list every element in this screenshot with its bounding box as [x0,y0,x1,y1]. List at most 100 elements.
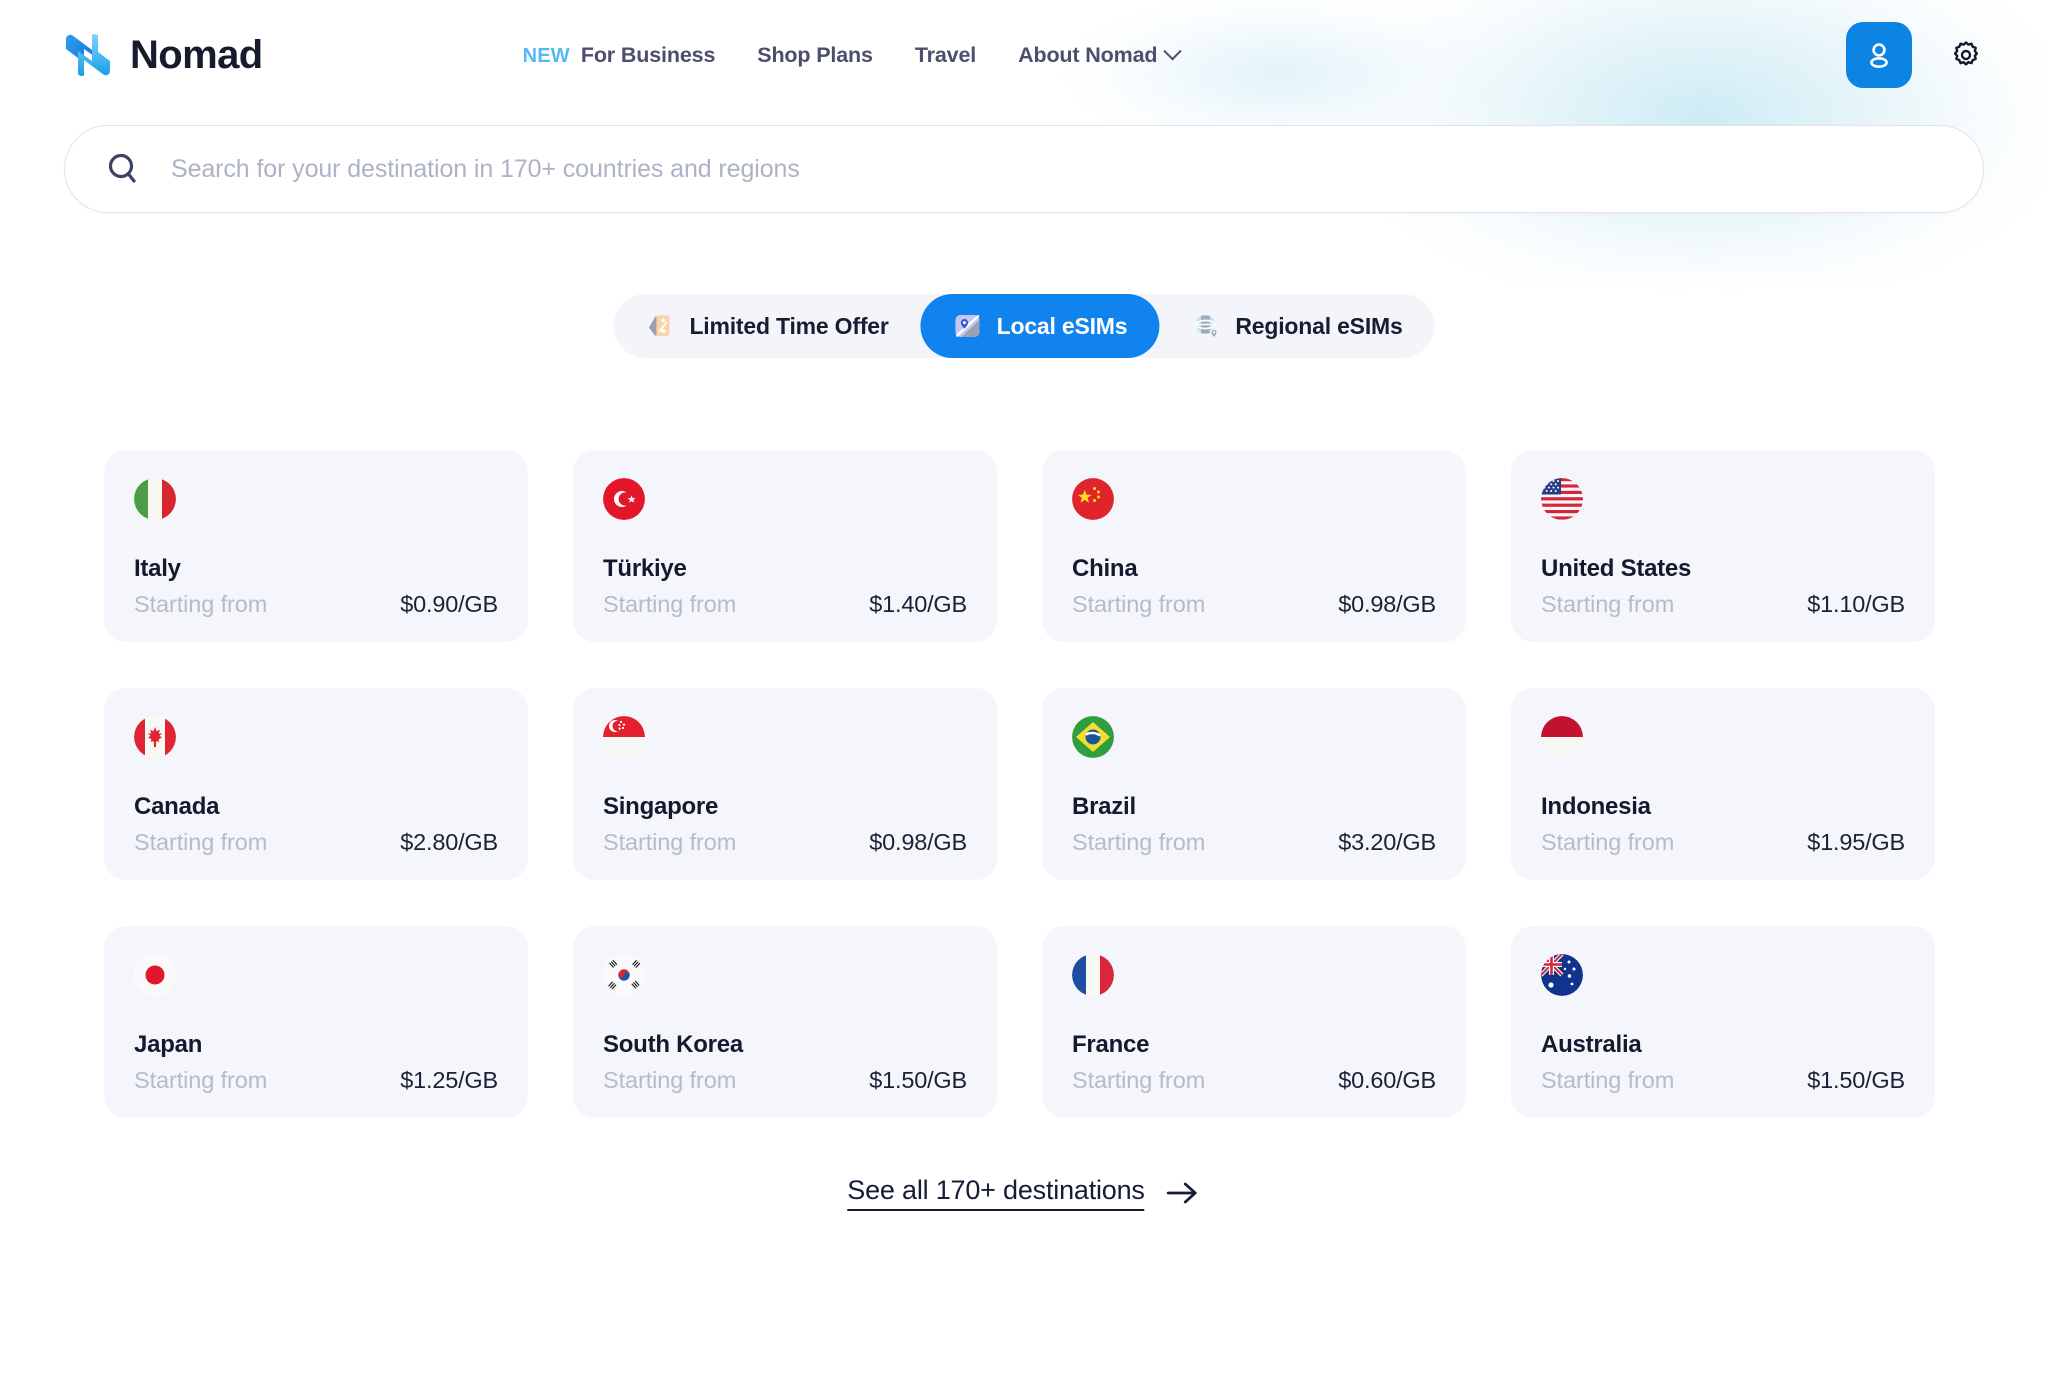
destination-card-body: United States Starting from $1.10/GB [1541,555,1905,618]
flag-brazil-icon [1072,716,1114,758]
destination-card-body: Japan Starting from $1.25/GB [134,1031,498,1094]
destination-price: $1.95/GB [1807,829,1905,855]
flag-turkiye-icon [603,478,645,520]
flag-singapore-icon [603,716,645,758]
settings-button[interactable] [1946,35,1986,75]
starting-from-label: Starting from [1541,591,1675,617]
header-actions [1846,22,1986,88]
nomad-logo-icon [66,34,110,76]
destination-price: $1.50/GB [1807,1067,1905,1093]
nav-item-label-for-business: For Business [580,42,716,67]
flag-australia-icon [1541,954,1583,996]
destination-country-name: Canada [134,793,220,820]
destination-price-row: Starting from $1.50/GB [1541,1067,1905,1094]
destination-price-row: Starting from $1.40/GB [603,591,967,618]
destination-country-name: France [1072,1031,1150,1058]
search-input[interactable]: Search for your destination in 170+ coun… [171,155,800,184]
destination-price: $3.20/GB [1338,829,1436,855]
map-pin-icon [955,315,980,337]
starting-from-label: Starting from [134,1067,268,1093]
destination-card-body: Italy Starting from $0.90/GB [134,555,498,618]
destination-price-row: Starting from $0.90/GB [134,591,498,618]
destination-card[interactable]: Türkiye Starting from $1.40/GB [573,450,997,642]
flag-japan-icon [134,954,176,996]
tab-local-esims[interactable]: Local eSIMs [920,294,1160,358]
destination-country-name: Italy [134,555,181,582]
gear-icon [1953,41,1979,66]
see-all-label: See all 170+ destinations [847,1175,1145,1211]
destination-price: $1.50/GB [869,1067,967,1093]
destination-country-name: Australia [1541,1031,1642,1058]
destination-grid: Italy Starting from $0.90/GB Türkiye Startin… [104,450,1944,1118]
starting-from-label: Starting from [134,591,268,617]
destination-country-name: Türkiye [603,555,687,582]
destination-price: $0.98/GB [1338,591,1436,617]
destination-price-row: Starting from $0.98/GB [603,829,967,856]
destination-card[interactable]: France Starting from $0.60/GB [1042,926,1466,1118]
destination-country-name: Singapore [603,793,719,820]
destination-country-name: United States [1541,555,1692,582]
destination-country-name: China [1072,555,1138,582]
tab-regional-esims[interactable]: Regional eSIMs [1159,294,1434,358]
destination-card-body: Türkiye Starting from $1.40/GB [603,555,967,618]
nav-item-about-nomad[interactable]: About Nomad [1018,41,1183,68]
starting-from-label: Starting from [134,829,268,855]
destination-card[interactable]: Italy Starting from $0.90/GB [104,450,528,642]
destination-price-row: Starting from $1.25/GB [134,1067,498,1094]
starting-from-label: Starting from [1072,1067,1206,1093]
destination-card[interactable]: Canada Starting from $2.80/GB [104,688,528,880]
nav-item-shop-plans[interactable]: Shop Plans [757,43,873,68]
destination-card-body: South Korea Starting from $1.50/GB [603,1031,967,1094]
page-root: Nomad NEW For Business Shop Plans Travel… [0,0,2048,1388]
destination-price: $0.60/GB [1338,1067,1436,1093]
tab-label-regional-esims: Regional eSIMs [1235,312,1403,339]
user-icon [1870,43,1888,68]
destination-price: $0.90/GB [400,591,498,617]
destination-card[interactable]: China Starting from $0.98/GB [1042,450,1466,642]
destination-card[interactable]: Japan Starting from $1.25/GB [104,926,528,1118]
destination-price: $1.40/GB [869,591,967,617]
destination-price-row: Starting from $0.98/GB [1072,591,1436,618]
destination-price-row: Starting from $1.95/GB [1541,829,1905,856]
destination-card-body: Brazil Starting from $3.20/GB [1072,793,1436,856]
destination-country-name: South Korea [603,1031,743,1058]
main-nav: NEW For Business Shop Plans Travel About… [523,41,1183,68]
brand-logo-link[interactable]: Nomad [62,29,263,81]
destination-card[interactable]: United States Starting from $1.10/GB [1511,450,1935,642]
destination-price-row: Starting from $1.10/GB [1541,591,1905,618]
destination-card[interactable]: Singapore Starting from $0.98/GB [573,688,997,880]
starting-from-label: Starting from [603,1067,737,1093]
destination-card[interactable]: Australia Starting from $1.50/GB [1511,926,1935,1118]
destination-card[interactable]: South Korea Starting from $1.50/GB [573,926,997,1118]
destination-price-row: Starting from $3.20/GB [1072,829,1436,856]
destination-country-name: Brazil [1072,793,1136,820]
destination-card-body: China Starting from $0.98/GB [1072,555,1436,618]
site-header: Nomad NEW For Business Shop Plans Travel… [0,0,2048,110]
destination-country-name: Indonesia [1541,793,1651,820]
starting-from-label: Starting from [1072,829,1206,855]
destination-card[interactable]: Indonesia Starting from $1.95/GB [1511,688,1935,880]
starting-from-label: Starting from [603,591,737,617]
nav-item-label-about-nomad: About Nomad [1018,42,1158,67]
see-all-destinations-link[interactable]: See all 170+ destinations [847,1175,1200,1211]
destination-price-row: Starting from $1.50/GB [603,1067,967,1094]
starting-from-label: Starting from [1541,829,1675,855]
globe-pin-icon [1194,315,1218,339]
flag-south-korea-icon [603,954,645,996]
nav-item-for-business[interactable]: NEW For Business [523,43,716,68]
destination-card[interactable]: Brazil Starting from $3.20/GB [1042,688,1466,880]
flag-canada-icon [134,716,176,758]
search-bar[interactable]: Search for your destination in 170+ coun… [64,125,1984,213]
tab-limited-time-offer[interactable]: Limited Time Offer [613,294,920,358]
account-button[interactable] [1846,22,1912,88]
nav-item-travel[interactable]: Travel [915,43,976,68]
destination-price: $0.98/GB [869,829,967,855]
nav-new-badge: NEW [522,44,570,67]
destination-card-body: France Starting from $0.60/GB [1072,1031,1436,1094]
brand-name: Nomad [130,32,263,77]
destination-card-body: Canada Starting from $2.80/GB [134,793,498,856]
destination-price-row: Starting from $0.60/GB [1072,1067,1436,1094]
tab-label-limited-time-offer: Limited Time Offer [689,312,889,339]
destination-card-body: Indonesia Starting from $1.95/GB [1541,793,1905,856]
price-tag-icon [648,315,670,336]
